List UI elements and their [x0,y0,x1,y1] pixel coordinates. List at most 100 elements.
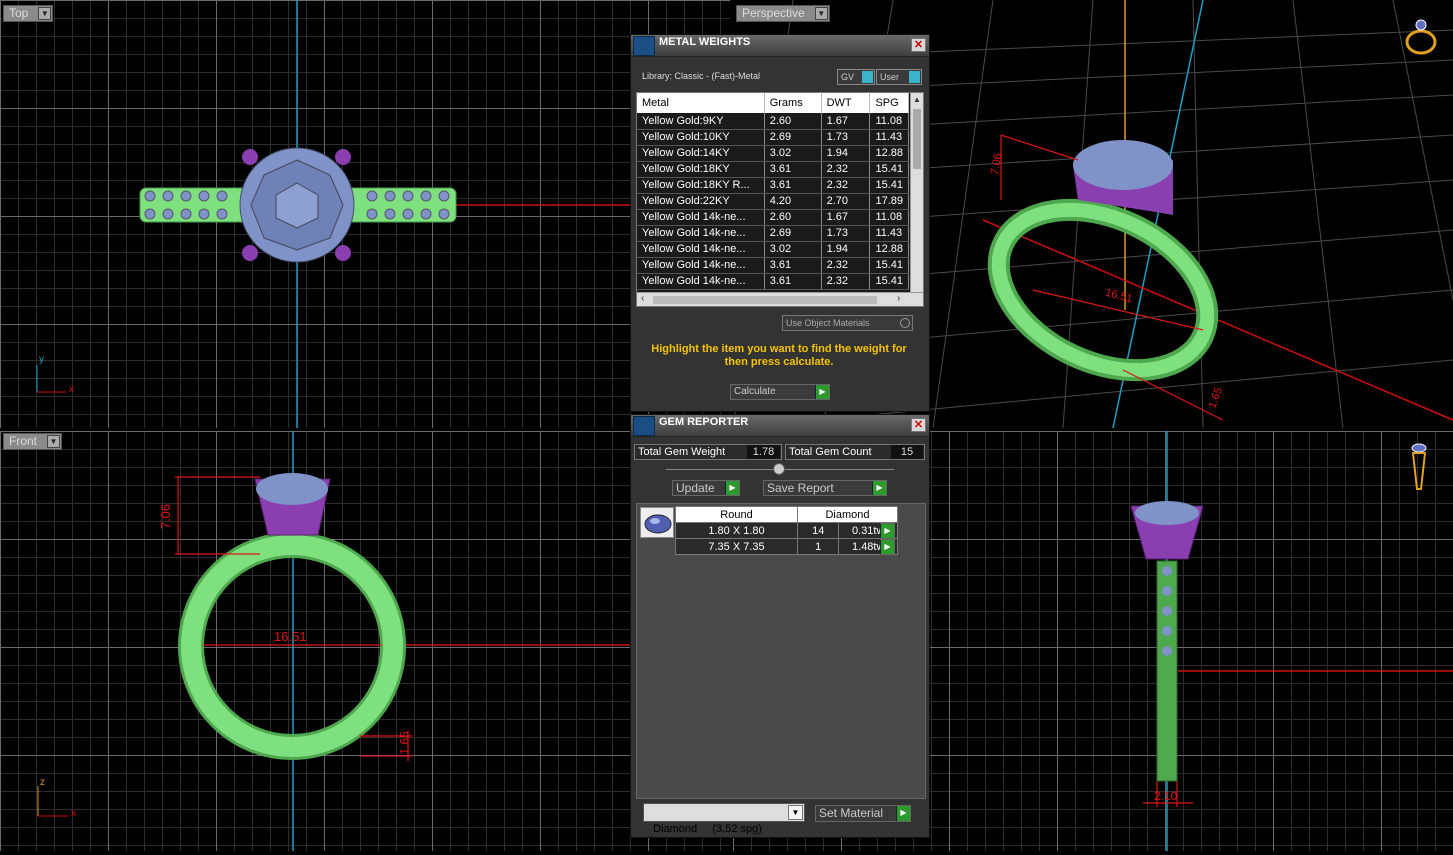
table-row[interactable]: Yellow Gold:18KY R... 3.61 2.32 15.41 [637,177,909,194]
play-arrow-icon: ▶ [872,481,886,495]
user-toggle[interactable]: User [876,69,922,85]
play-arrow-icon: ▶ [815,385,829,399]
dropdown-icon[interactable]: ▼ [788,805,803,820]
top-view-ring [36,0,730,428]
gem-count: 1 [796,538,840,555]
close-icon[interactable]: ✕ [911,38,926,52]
metal-grams: 2.60 [764,113,822,130]
metal-dwt: 2.32 [821,177,871,194]
metal-spg: 15.41 [869,257,909,274]
metal-dwt: 1.94 [821,241,871,258]
metal-weights-icon [633,36,655,56]
metal-weights-table[interactable]: Metal Grams DWT SPG Yellow Gold:9KY 2.60 1… [636,92,924,307]
column-header[interactable]: DWT [821,93,871,113]
table-row[interactable]: Yellow Gold:9KY 2.60 1.67 11.08 [637,113,909,130]
metal-dwt: 2.32 [821,273,871,290]
splitter-knob[interactable] [773,463,785,475]
total-gem-count-value[interactable]: 15 [891,445,923,459]
metal-dwt: 1.67 [821,209,871,226]
metal-spg: 11.43 [869,129,909,146]
gv-toggle[interactable]: GV [837,69,875,85]
close-icon[interactable]: ✕ [911,418,926,432]
dropdown-icon[interactable]: ▼ [47,435,61,448]
viewport-perspective-label[interactable]: Perspective ▼ [736,5,830,22]
metal-dwt: 1.73 [821,225,871,242]
table-row[interactable]: Yellow Gold 14k-ne... 3.61 2.32 15.41 [637,273,909,290]
axis-z-label: z [40,777,45,788]
vertical-scrollbar[interactable]: ▲ [910,93,923,293]
set-material-button[interactable]: Set Material ▶ [815,805,911,822]
gem-shape-icon[interactable] [640,507,674,538]
dropdown-icon[interactable]: ▼ [814,7,828,20]
metal-spg: 11.08 [869,113,909,130]
metal-grams: 2.69 [764,225,822,242]
panel-title: GEM REPORTER [659,416,749,428]
total-gem-weight-value[interactable]: 1.78 [747,445,780,459]
dimension-label: 2.10 [1154,789,1178,803]
viewport-front[interactable]: Front ▼ 7.06 16.51 1.65 z x [0,431,730,851]
column-header[interactable]: Grams [764,93,822,113]
gem-reporter-icon [633,416,655,436]
metal-name: Yellow Gold 14k-ne... [637,225,765,242]
side-ring-view-icon[interactable] [1409,441,1429,493]
viewport-top[interactable]: Top ▼ y x [0,0,730,428]
metal-name: Yellow Gold:9KY [637,113,765,130]
hint-text: Highlight the item you want to find the … [651,343,907,368]
row-select-button[interactable]: ▶ [880,523,895,539]
library-label: Library: Classic - (Fast)-Metal [642,71,761,81]
update-button[interactable]: Update ▶ [672,480,740,496]
gem-table: Round Diamond 1.80 X 1.80 14 0.31tw 7.35… [675,506,898,555]
metal-name: Yellow Gold:22KY [637,193,765,210]
table-row[interactable]: Yellow Gold 14k-ne... 2.69 1.73 11.43 [637,225,909,242]
play-arrow-icon: ▶ [896,806,910,821]
table-row[interactable]: 7.35 X 7.35 1 1.48tw [675,538,898,555]
table-row[interactable]: Yellow Gold 14k-ne... 3.02 1.94 12.88 [637,241,909,258]
metal-name: Yellow Gold 14k-ne... [637,273,765,290]
metal-name: Yellow Gold:10KY [637,129,765,146]
table-row[interactable]: Yellow Gold:14KY 3.02 1.94 12.88 [637,145,909,162]
table-row[interactable]: Yellow Gold:10KY 2.69 1.73 11.43 [637,129,909,146]
panel-title: METAL WEIGHTS [659,36,751,48]
metal-spg: 12.88 [869,241,909,258]
viewport-front-label[interactable]: Front ▼ [3,433,63,450]
panel-titlebar[interactable]: GEM REPORTER ✕ [631,415,929,437]
metal-spg: 12.88 [869,145,909,162]
column-header[interactable]: Metal [637,93,765,113]
material-select[interactable]: Diamond (3.52 spg) ▼ [643,803,805,835]
metal-grams: 2.69 [764,129,822,146]
metal-spg: 11.43 [869,225,909,242]
table-row[interactable]: Yellow Gold:22KY 4.20 2.70 17.89 [637,193,909,210]
axis-y-label: y [39,354,44,365]
table-row[interactable]: 1.80 X 1.80 14 0.31tw [675,522,898,539]
dropdown-icon[interactable]: ▼ [38,7,52,20]
metal-grams: 3.02 [764,241,822,258]
metal-name: Yellow Gold 14k-ne... [637,257,765,274]
ring-view-icon[interactable] [1403,16,1439,56]
dimension-label: 7.06 [158,503,174,530]
column-header[interactable]: SPG [869,93,909,113]
metal-dwt: 2.70 [821,193,871,210]
gem-size: 7.35 X 7.35 [675,538,798,555]
calculate-button[interactable]: Calculate ▶ [730,384,830,400]
panel-titlebar[interactable]: METAL WEIGHTS ✕ [631,35,929,57]
metal-grams: 3.61 [764,161,822,178]
row-select-button[interactable]: ▶ [880,539,895,555]
play-arrow-icon: ▶ [880,540,894,554]
metal-spg: 15.41 [869,161,909,178]
axis-x-label: x [71,808,76,819]
metal-grams: 3.61 [764,273,822,290]
metal-spg: 15.41 [869,273,909,290]
use-object-materials-toggle[interactable]: Use Object Materials [782,315,913,331]
metal-spg: 11.08 [869,209,909,226]
gem-count: 14 [796,522,840,539]
horizontal-scrollbar[interactable]: ‹ › [637,292,923,306]
gem-material-header: Diamond [797,506,898,523]
metal-name: Yellow Gold:18KY R... [637,177,765,194]
save-report-button[interactable]: Save Report ▶ [763,480,887,496]
table-row[interactable]: Yellow Gold 14k-ne... 2.60 1.67 11.08 [637,209,909,226]
viewport-top-label[interactable]: Top ▼ [3,5,54,22]
table-row[interactable]: Yellow Gold:18KY 3.61 2.32 15.41 [637,161,909,178]
metal-grams: 2.60 [764,209,822,226]
play-arrow-icon: ▶ [880,524,894,538]
table-row[interactable]: Yellow Gold 14k-ne... 3.61 2.32 15.41 [637,257,909,274]
